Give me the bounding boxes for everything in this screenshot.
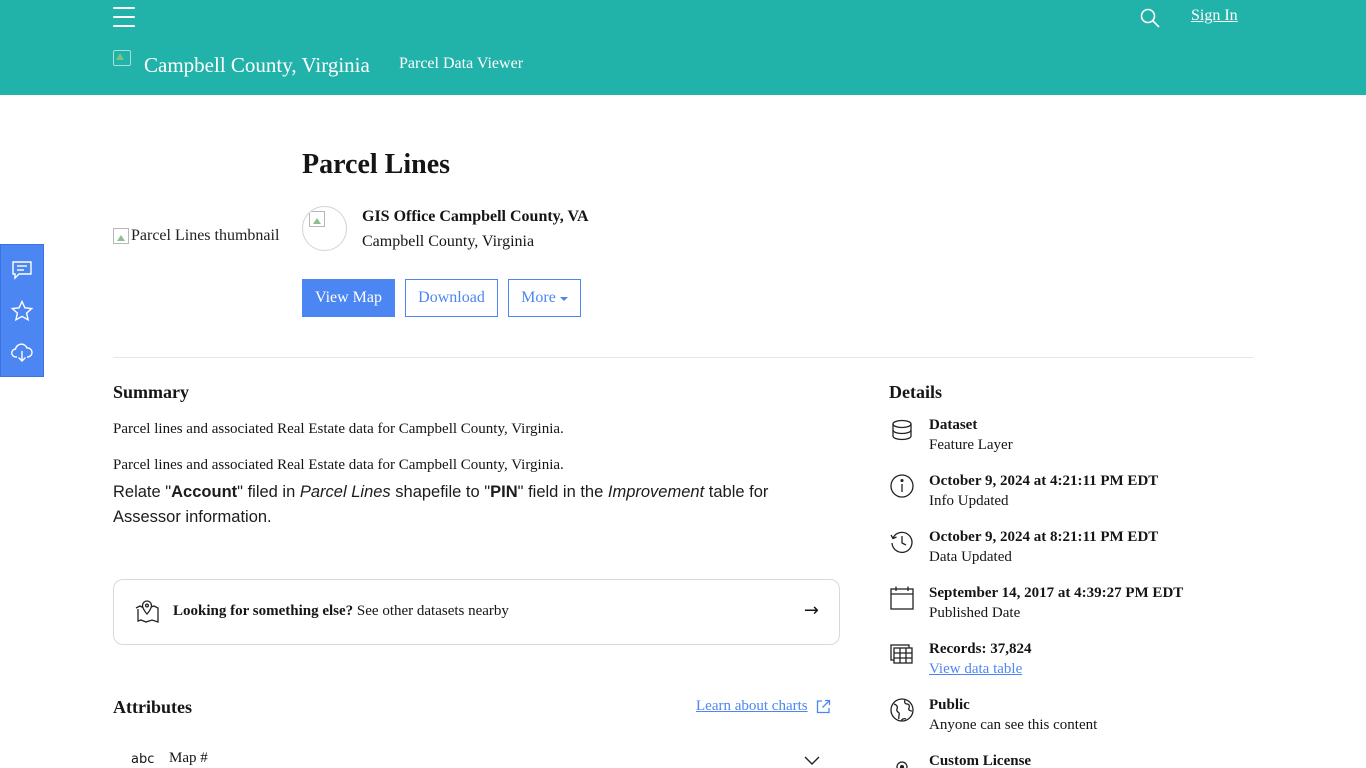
detail-dataset: Dataset Feature Layer [889, 417, 1249, 463]
sign-in-link[interactable]: Sign In [1191, 7, 1238, 25]
attribute-row-map-number[interactable]: abc Map # [113, 746, 840, 768]
arrow-right-icon: → [803, 600, 819, 621]
hamburger-menu-icon[interactable] [113, 6, 135, 28]
description-first-line: Parcel lines and associated Real Estate … [113, 457, 564, 473]
detail-sub: Info Updated [929, 493, 1009, 509]
field-pin: PIN [490, 483, 518, 501]
detail-records: Records: 37,824 View data table [889, 641, 1249, 687]
map-pin-icon [135, 600, 159, 623]
view-map-button[interactable]: View Map [302, 279, 395, 317]
detail-sub: Anyone can see this content [929, 717, 1098, 733]
external-link-icon [816, 699, 830, 714]
search-icon[interactable] [1140, 8, 1160, 28]
calendar-icon [890, 586, 914, 610]
owner-organization: Campbell County, Virginia [362, 233, 535, 250]
view-data-table-link[interactable]: View data table [929, 661, 1022, 678]
learn-about-charts-link[interactable]: Learn about charts [696, 698, 831, 715]
comment-icon[interactable] [10, 258, 34, 282]
more-dropdown-button[interactable]: More [508, 279, 581, 317]
detail-sub: Data Updated [929, 549, 1012, 565]
detail-license: Custom License [889, 753, 1249, 768]
site-logo-icon[interactable] [113, 50, 131, 66]
broken-image-icon [113, 228, 129, 244]
globe-icon [890, 698, 914, 722]
detail-main: Records: 37,824 [929, 641, 1032, 657]
site-header: Sign In Campbell County, Virginia Parcel… [0, 0, 1366, 95]
detail-main: Public [929, 697, 970, 713]
detail-data-updated: October 9, 2024 at 8:21:11 PM EDT Data U… [889, 529, 1249, 575]
site-subtitle-link[interactable]: Parcel Data Viewer [399, 55, 523, 73]
detail-sub: Feature Layer [929, 437, 1013, 453]
summary-heading: Summary [113, 382, 189, 402]
detail-main: October 9, 2024 at 4:21:11 PM EDT [929, 473, 1159, 489]
page-title: Parcel Lines [302, 149, 451, 180]
detail-main: Dataset [929, 417, 978, 433]
detail-public: Public Anyone can see this content [889, 697, 1249, 743]
parcel-lines-ref: Parcel Lines [299, 483, 391, 501]
side-action-rail [0, 244, 44, 377]
detail-sub: Published Date [929, 605, 1021, 621]
detail-published-date: September 14, 2017 at 4:39:27 PM EDT Pub… [889, 585, 1249, 631]
more-label: More [521, 289, 556, 306]
site-title[interactable]: Campbell County, Virginia [144, 53, 370, 78]
details-heading: Details [889, 382, 942, 402]
attributes-heading: Attributes [113, 697, 192, 717]
download-button[interactable]: Download [405, 279, 498, 317]
license-icon [896, 761, 908, 768]
history-icon [890, 531, 913, 554]
cloud-download-icon[interactable] [10, 340, 34, 364]
database-icon [892, 419, 912, 441]
thumbnail-alt-text: Parcel Lines thumbnail [131, 227, 280, 244]
star-icon[interactable] [10, 299, 34, 323]
detail-info-updated: October 9, 2024 at 4:21:11 PM EDT Info U… [889, 473, 1249, 519]
field-account: Account [171, 483, 238, 501]
item-thumbnail: Parcel Lines thumbnail [113, 227, 279, 245]
attribute-name: Map # [169, 750, 208, 766]
summary-snippet: Parcel lines and associated Real Estate … [113, 421, 564, 437]
info-icon [890, 474, 914, 498]
string-type-icon: abc [131, 752, 155, 767]
broken-image-icon [309, 211, 325, 227]
section-divider [113, 357, 1253, 358]
nearby-datasets-card[interactable]: Looking for something else? See other da… [113, 579, 840, 645]
chevron-down-icon[interactable] [803, 752, 821, 768]
caret-down-icon [559, 297, 568, 301]
detail-main: September 14, 2017 at 4:39:27 PM EDT [929, 585, 1184, 601]
table-icon [890, 644, 913, 664]
nearby-text: Looking for something else? See other da… [173, 603, 509, 619]
detail-main: Custom License [929, 753, 1032, 768]
owner-name[interactable]: GIS Office Campbell County, VA [362, 208, 589, 226]
owner-avatar [302, 206, 347, 251]
improvement-ref: Improvement [607, 483, 705, 501]
detail-main: October 9, 2024 at 8:21:11 PM EDT [929, 529, 1159, 545]
description-text: Relate "Account" filed in Parcel Lines s… [113, 483, 769, 526]
